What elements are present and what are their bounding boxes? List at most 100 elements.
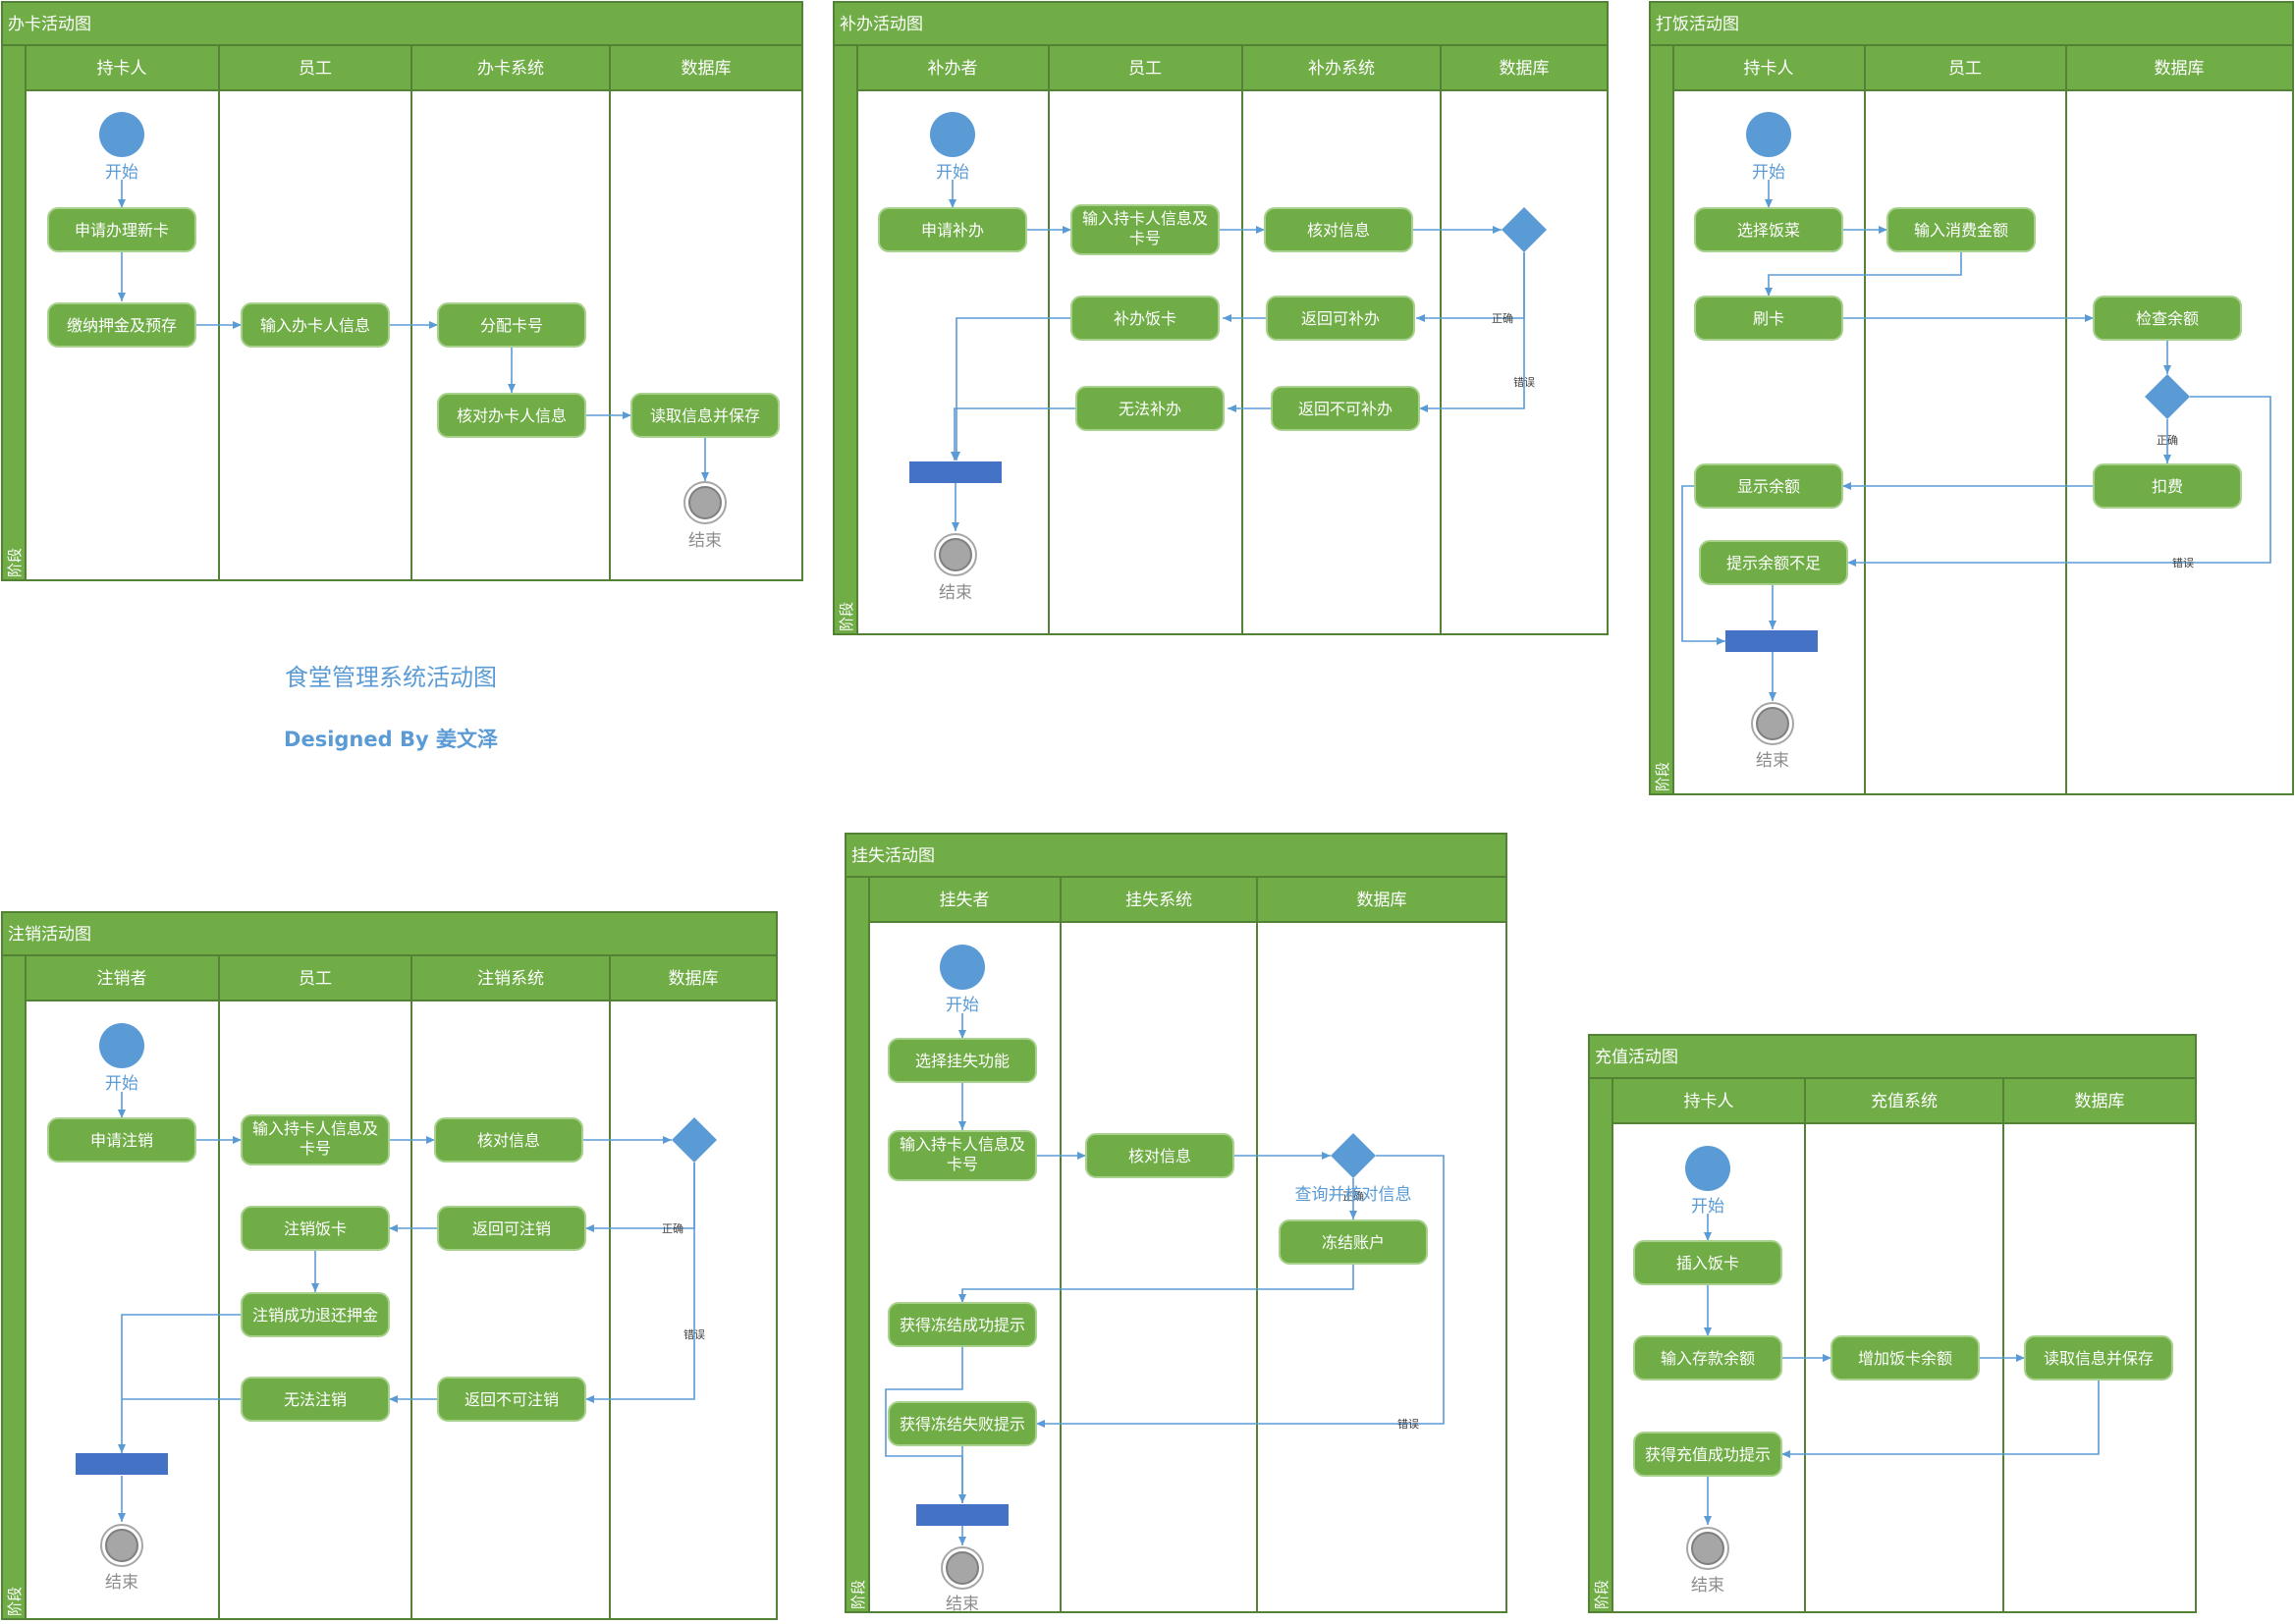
activity-label: 注销成功退还押金 <box>252 1306 378 1325</box>
activity-label: 输入持卡人信息及 <box>1082 209 1208 228</box>
zhuxiao-stage-bar <box>1 954 27 1620</box>
start-label: 开始 <box>1691 1197 1724 1217</box>
chongzhi-panel: 充值活动图 阶段 持卡人 充值系统 数据库 开始 插入饭卡 输入存款余额 增加饭… <box>1588 1034 2197 1613</box>
banka-stage-label: 阶段 <box>6 548 24 577</box>
zhuxiao-stage-label: 阶段 <box>6 1587 24 1616</box>
guard-label: 错误 <box>1397 1417 1419 1431</box>
guard-label: 错误 <box>1513 375 1535 389</box>
start-node <box>99 1023 144 1068</box>
dafan-lane-label: 持卡人 <box>1744 59 1794 79</box>
guashi-stage-label: 阶段 <box>849 1580 867 1609</box>
start-label: 开始 <box>946 996 979 1015</box>
dafan-swimlane <box>1864 89 2067 795</box>
activity-label: 卡号 <box>300 1139 331 1158</box>
banka-panel: 办卡活动图 阶段 持卡人 员工 办卡系统 数据库 开始 申请办理新卡 缴纳押金及… <box>1 1 803 581</box>
diagram-title: 食堂管理系统活动图 <box>285 664 497 691</box>
guashi-title: 挂失活动图 <box>851 846 935 866</box>
start-node <box>940 945 985 990</box>
activity-label: 核对信息 <box>1128 1147 1191 1165</box>
start-label: 开始 <box>1752 163 1785 183</box>
activity-label: 缴纳押金及预存 <box>67 316 177 335</box>
activity-label: 核对信息 <box>1307 221 1370 240</box>
flow-arrow <box>1416 252 1525 322</box>
guashi-stage-bar <box>845 876 870 1613</box>
buban-lane-label: 员工 <box>1128 59 1162 79</box>
end-node-inner <box>688 486 722 519</box>
activity-label: 申请补办 <box>921 221 984 240</box>
guashi-panel: 挂失活动图 阶段 挂失者 挂失系统 数据库 正确 错误 开始 选择挂失功能 输入… <box>845 833 1507 1614</box>
activity-label: 冻结账户 <box>1322 1233 1385 1252</box>
decision-diamond <box>672 1117 717 1163</box>
decision-diamond <box>1331 1133 1376 1178</box>
activity-label: 显示余额 <box>1737 477 1800 496</box>
guard-label: 错误 <box>683 1327 705 1341</box>
flow-arrow <box>118 1314 242 1453</box>
join-bar <box>909 461 1002 483</box>
activity-label: 检查余额 <box>2136 309 2199 328</box>
buban-title-bar <box>833 1 1609 46</box>
activity-label: 插入饭卡 <box>1676 1254 1739 1272</box>
dafan-stage-bar <box>1649 44 1674 795</box>
start-node <box>930 112 975 157</box>
banka-lane-label: 办卡系统 <box>477 59 544 79</box>
flow-arrow <box>585 1163 695 1232</box>
banka-lane-label: 数据库 <box>682 59 732 79</box>
activity-label: 扣费 <box>2152 477 2183 496</box>
activity-label: 获得冻结成功提示 <box>900 1316 1025 1334</box>
note-label: 查询并核对信息 <box>1295 1185 1412 1205</box>
dafan-stage-label: 阶段 <box>1654 762 1671 791</box>
banka-stage-bar <box>1 44 27 581</box>
zhuxiao-lane-label: 员工 <box>299 969 332 989</box>
buban-swimlane <box>1241 89 1442 635</box>
banka-lane-label: 员工 <box>299 59 332 79</box>
chongzhi-lane-label: 充值系统 <box>1871 1092 1938 1111</box>
activity-label: 读取信息并保存 <box>2044 1349 2154 1368</box>
activity-label: 输入消费金额 <box>1914 221 2008 240</box>
dafan-lane-label: 员工 <box>1948 59 1982 79</box>
activity-label: 读取信息并保存 <box>650 406 760 425</box>
activity-label: 提示余额不足 <box>1726 554 1821 572</box>
zhuxiao-title-bar <box>1 911 778 956</box>
banka-title: 办卡活动图 <box>8 15 91 34</box>
end-label: 结束 <box>939 583 972 603</box>
chongzhi-title: 充值活动图 <box>1595 1048 1678 1067</box>
end-node-inner <box>939 538 972 571</box>
activity-label: 刷卡 <box>1753 309 1784 328</box>
activity-label: 分配卡号 <box>480 316 543 335</box>
guard-label: 正确 <box>662 1222 683 1235</box>
guard-label: 错误 <box>2172 556 2194 569</box>
zhuxiao-lane-label: 数据库 <box>669 969 719 989</box>
zhuxiao-lane-label: 注销者 <box>97 969 147 989</box>
chongzhi-stage-bar <box>1588 1077 1613 1613</box>
activity-label: 输入持卡人信息及 <box>900 1135 1025 1154</box>
dafan-title: 打饭活动图 <box>1656 15 1739 34</box>
flow-arrow <box>951 407 1076 460</box>
activity-label: 补办饭卡 <box>1114 309 1176 328</box>
chongzhi-lane-label: 数据库 <box>2075 1092 2125 1111</box>
start-node <box>1685 1146 1730 1191</box>
activity-label: 输入持卡人信息及 <box>252 1119 378 1138</box>
zhuxiao-title: 注销活动图 <box>8 925 91 945</box>
activity-label: 增加饭卡余额 <box>1858 1349 1952 1368</box>
activity-label: 返回可注销 <box>472 1219 551 1238</box>
flow-arrow <box>1419 252 1525 412</box>
guashi-lane-label: 挂失系统 <box>1125 891 1192 910</box>
flow-arrow <box>958 1265 1354 1303</box>
end-node-inner <box>105 1529 138 1562</box>
flow-arrow <box>585 1163 695 1403</box>
activity-label: 返回可补办 <box>1301 309 1380 328</box>
start-node <box>1746 112 1791 157</box>
buban-stage-bar <box>833 44 858 635</box>
dafan-swimlane <box>2065 89 2294 795</box>
buban-lane-label: 数据库 <box>1500 59 1550 79</box>
activity-label: 申请注销 <box>90 1131 153 1150</box>
zhuxiao-swimlane <box>609 1000 778 1620</box>
end-label: 结束 <box>105 1573 138 1593</box>
zhuxiao-lane-label: 注销系统 <box>477 969 544 989</box>
end-label: 结束 <box>1756 751 1789 771</box>
activity-label: 返回不可注销 <box>464 1390 559 1409</box>
guashi-lane-label: 数据库 <box>1357 891 1407 910</box>
dafan-lane-label: 数据库 <box>2155 59 2205 79</box>
activity-diagram-canvas: 办卡活动图 阶段 持卡人 员工 办卡系统 数据库 开始 申请办理新卡 缴纳押金及… <box>1 1 2294 1620</box>
end-node-inner <box>946 1551 979 1585</box>
